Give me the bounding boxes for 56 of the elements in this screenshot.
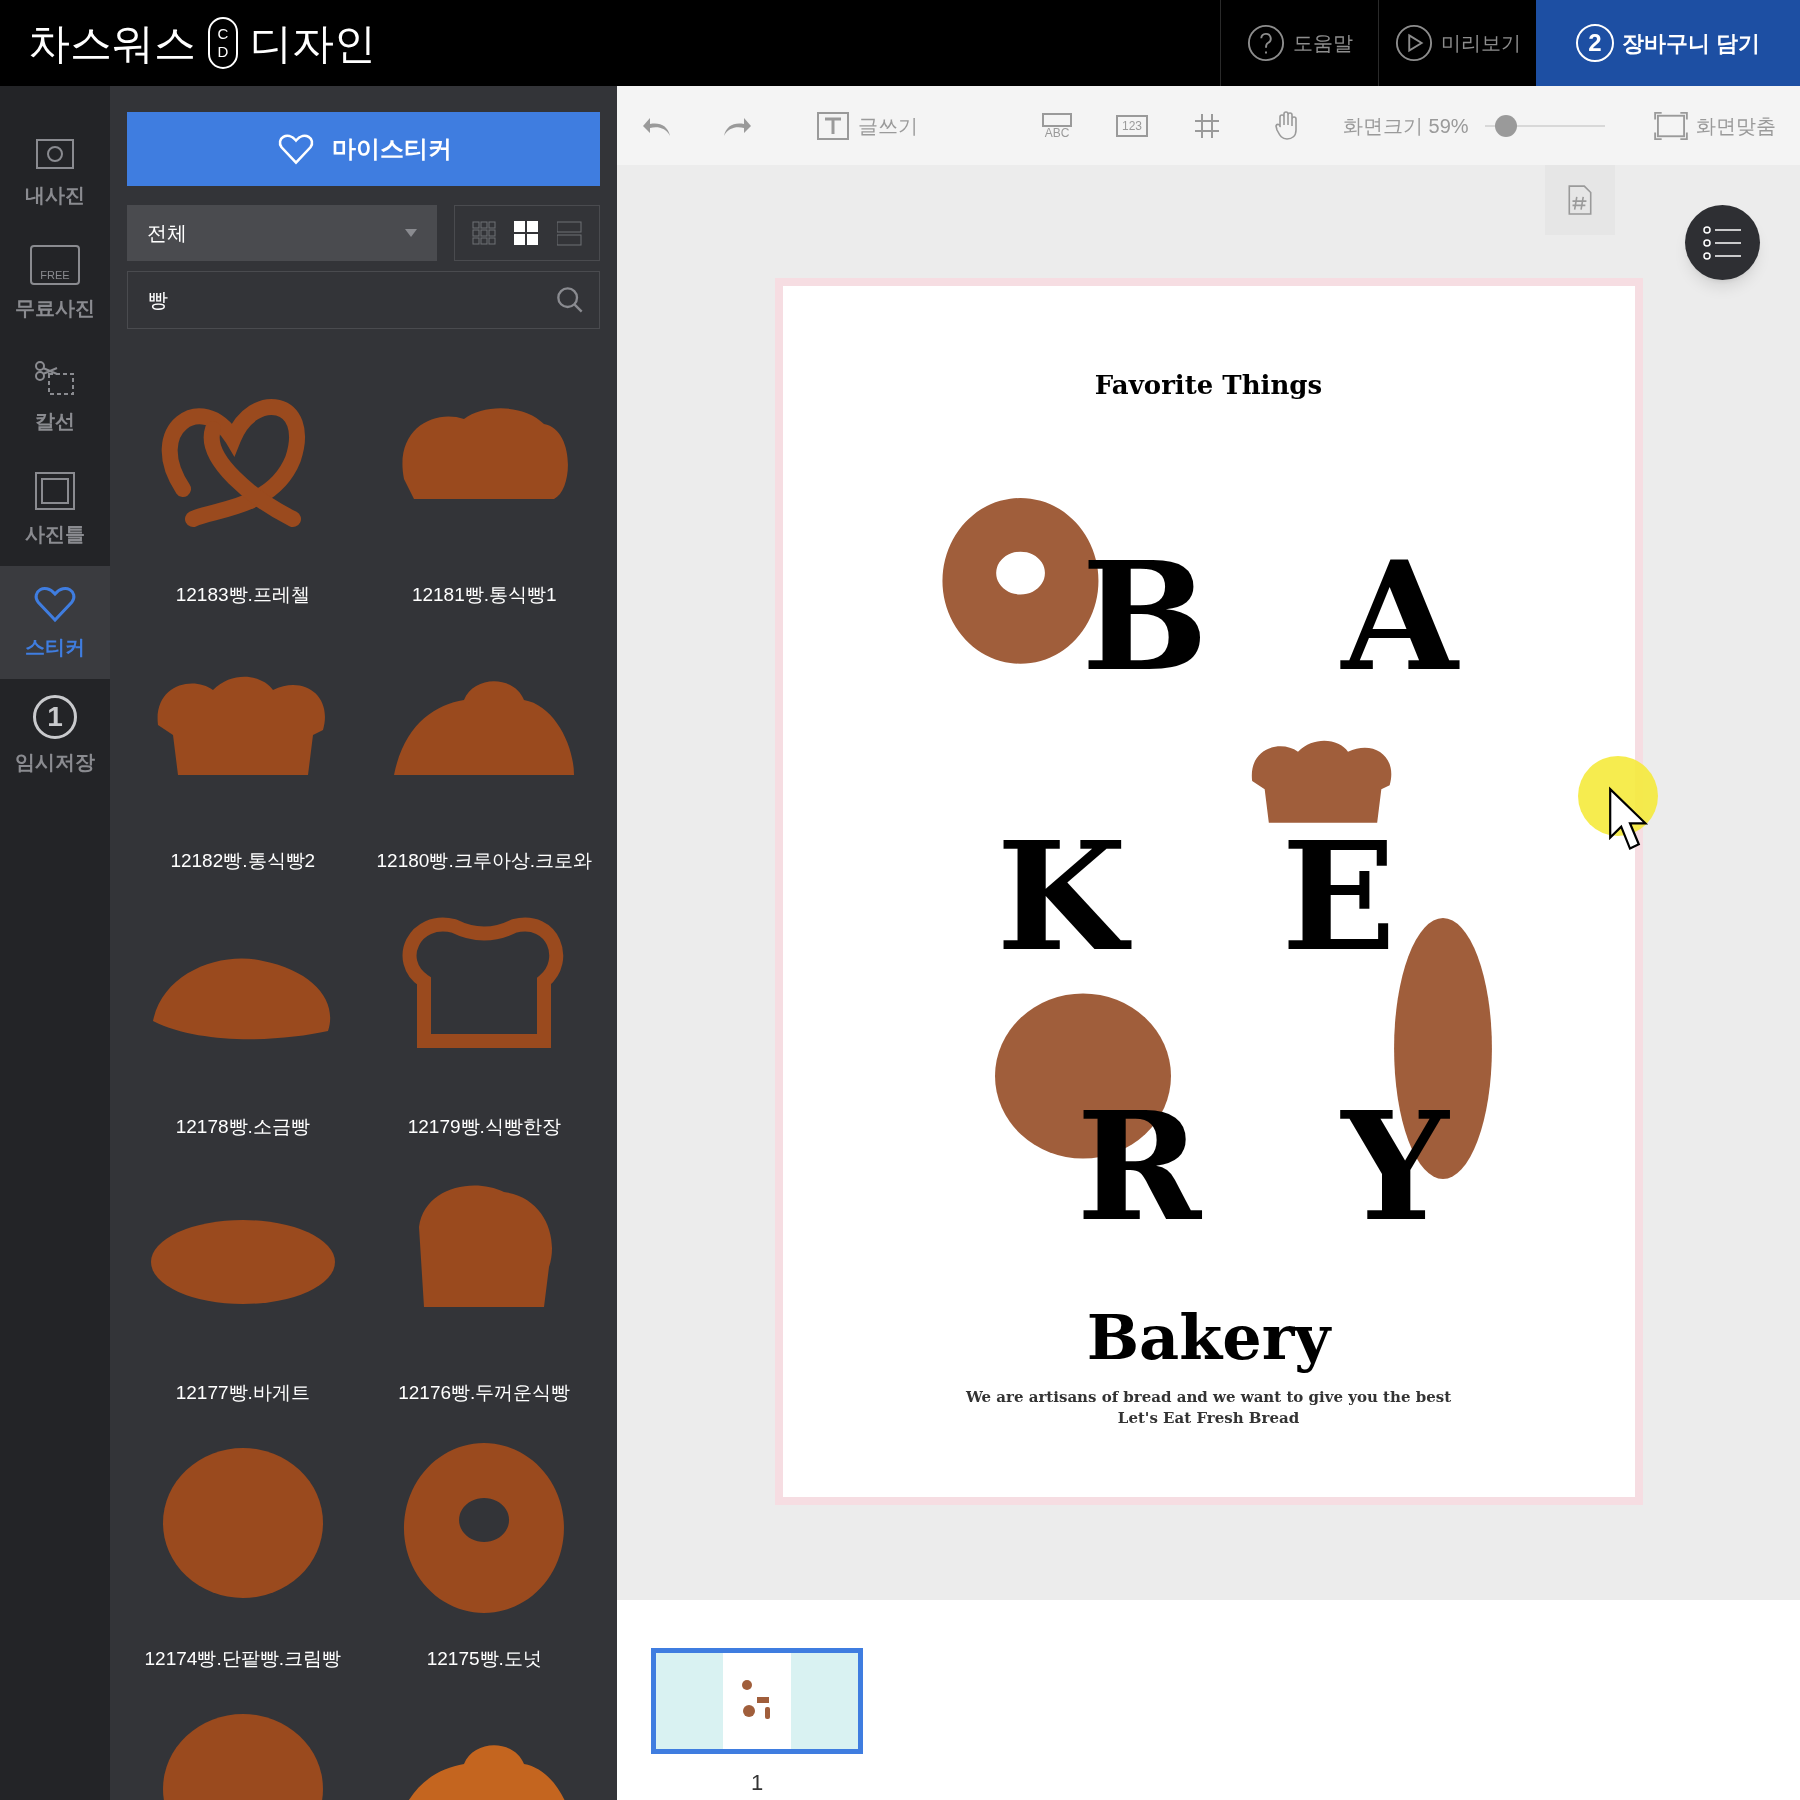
design-letter: A [1339,527,1461,706]
design-letter: Y [1339,1077,1451,1256]
free-photo-icon: FREE [30,244,80,285]
design-tagline: Let's Eat Fresh Bread [1116,1408,1301,1429]
page-number-button[interactable] [1545,165,1615,235]
sticker-label: 12179빵.식빵한장 [407,1115,561,1139]
sticker-label: 12175빵.도넛 [426,1647,542,1671]
write-text-button[interactable]: 글쓰기 [777,110,957,141]
sticker-label: 12174빵.단팥빵.크림빵 [144,1647,341,1671]
design-letter: K [982,806,1141,986]
sticker-label: 12178빵.소금빵 [175,1115,310,1139]
design-letter: B [1080,527,1210,706]
search-field[interactable]: 빵 [127,271,600,329]
sticker-label: 12176빵.두꺼운식빵 [398,1381,571,1405]
fit-screen-icon [1654,111,1688,140]
logo-text: 차스워스 [28,18,196,69]
design-title: Favorite Things [1093,369,1324,402]
question-icon [1246,24,1285,62]
sidebar-item[interactable]: 사진틀 [0,453,110,566]
logo-text: 디자인 [250,18,376,69]
design-heading: Bakery [1085,1300,1333,1376]
sticker-label: 12183빵.프레첼 [175,583,310,607]
page-number: 1 [750,1769,764,1797]
zoom-label: 화면크기 59% [1343,113,1469,139]
sticker-label: 12181빵.통식빵1 [411,583,557,607]
category-dropdown[interactable]: 전체 [127,205,437,261]
step-number: 1 [33,694,77,739]
sidebar-item[interactable]: 스티커 [0,566,110,679]
design-letter: R [1075,1077,1203,1256]
list-icon [1702,225,1743,260]
play-icon [1394,24,1433,62]
page-thumbnail[interactable] [651,1648,863,1754]
grid-icon [1194,112,1220,139]
sidebar-item[interactable]: FREE 무료사진 [0,227,110,340]
sidebar-item[interactable]: 1 임시저장 [0,679,110,792]
design-letter: E [1280,807,1397,986]
zoom-slider[interactable] [1484,113,1605,138]
text-style-button[interactable]: ABC [1017,112,1097,139]
sidebar-item[interactable]: 내사진 [0,114,110,227]
design-tagline: We are artisans of bread and we want to give you the best [964,1387,1453,1408]
hand-icon [1274,110,1300,141]
text-box-icon [816,110,850,141]
fit-screen-button[interactable]: 화면맞춤 [1654,110,1776,141]
sidebar-item[interactable]: 칼선 [0,340,110,453]
sticker-label: 12182빵.통식빵2 [170,849,316,873]
view-mode-icon[interactable] [514,220,540,246]
frame-icon [33,470,77,511]
caret-icon [405,229,417,237]
search-icon[interactable] [556,286,584,314]
add-to-cart-button[interactable]: 2 장바구니 담기 [1536,0,1800,86]
number-button[interactable]: 123 [1097,114,1167,137]
sticker-label: 12177빵.바게트 [175,1381,310,1405]
my-sticker-button[interactable]: 마이스티커 [127,112,600,186]
page-number-icon [1567,185,1593,215]
sticker-label: 12180빵.크루아상.크로와 [376,849,592,873]
logo-badge: C D [208,17,238,69]
